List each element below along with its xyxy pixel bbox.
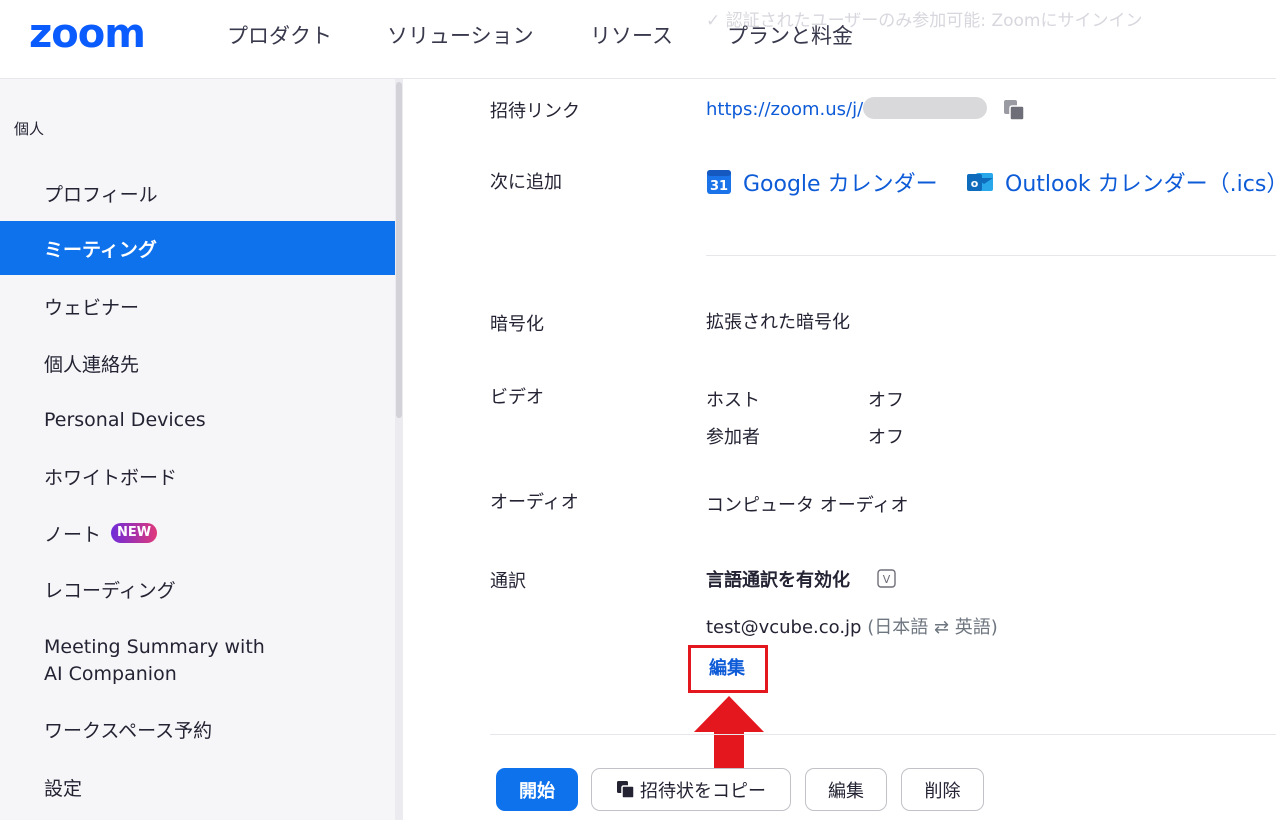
copy-invitation-button[interactable]: 招待状をコピー xyxy=(591,768,791,811)
sidebar-item-meetings[interactable]: ミーティング xyxy=(0,221,395,275)
interpretation-icon: V xyxy=(877,569,896,588)
start-button[interactable]: 開始 xyxy=(496,768,578,811)
sidebar-item-label: ウェビナー xyxy=(44,296,140,319)
sidebar-item-whiteboards[interactable]: ホワイトボード xyxy=(0,453,395,499)
google-calendar-link[interactable]: 31 Google カレンダー xyxy=(706,166,938,198)
sidebar-item-recordings[interactable]: レコーディング xyxy=(0,566,395,612)
sidebar-item-label: Meeting Summary with AI Companion xyxy=(44,636,265,685)
delete-button[interactable]: 削除 xyxy=(901,768,984,811)
interpreter-row: test@vcube.co.jp (日本語 ⇄ 英語) xyxy=(706,613,998,639)
sidebar-item-label: 設定 xyxy=(44,777,83,800)
nav-plans-pricing[interactable]: プランと料金 xyxy=(727,22,853,50)
sidebar-item-meeting-summary[interactable]: Meeting Summary with AI Companion xyxy=(0,632,395,690)
interpretation-icon-text: V xyxy=(883,573,891,586)
sidebar-item-settings[interactable]: 設定 xyxy=(0,764,395,810)
sidebar-item-label: レコーディング xyxy=(44,579,176,602)
sidebar-item-webinars[interactable]: ウェビナー xyxy=(0,283,395,329)
sidebar-item-label: Personal Devices xyxy=(44,409,206,431)
google-calendar-label: Google カレンダー xyxy=(743,172,938,197)
copy-invitation-label: 招待状をコピー xyxy=(640,780,766,802)
interpretation-edit-link[interactable]: 編集 xyxy=(709,654,745,680)
sidebar-item-notes[interactable]: ノート NEW xyxy=(0,510,395,556)
sidebar-item-label: プロフィール xyxy=(44,183,158,206)
sidebar-section-title: 個人 xyxy=(14,120,45,138)
encryption-value: 拡張された暗号化 xyxy=(706,312,850,333)
interpreter-languages: (日本語 ⇄ 英語) xyxy=(867,617,998,638)
video-host-label: ホスト xyxy=(706,390,760,411)
video-participant-label: 参加者 xyxy=(706,427,760,448)
nav-resources[interactable]: リソース xyxy=(590,22,673,50)
google-calendar-icon: 31 xyxy=(707,170,731,194)
video-label: ビデオ xyxy=(490,387,544,408)
google-calendar-icon-text: 31 xyxy=(710,179,728,194)
nav-products[interactable]: プロダクト xyxy=(227,22,332,50)
video-participant-value: オフ xyxy=(868,427,904,448)
outlook-calendar-link[interactable]: o Outlook カレンダー（.ics） xyxy=(966,166,1276,198)
sidebar-item-label: ミーティング xyxy=(44,238,157,261)
sidebar-item-label: ホワイトボード xyxy=(44,466,178,489)
interpreter-email: test@vcube.co.jp xyxy=(706,617,862,638)
copy-icon[interactable] xyxy=(1002,98,1026,122)
sidebar-item-label: 個人連絡先 xyxy=(44,353,140,376)
invite-link-label: 招待リンク xyxy=(490,101,580,122)
outlook-icon-text: o xyxy=(971,177,979,190)
zoom-logo[interactable]: zoom xyxy=(29,14,146,54)
invite-link-text: https://zoom.us/j/ xyxy=(706,99,864,120)
top-navigation: ✓ 認証されたユーザーのみ参加可能: Zoomにサインイン zoom プロダクト… xyxy=(0,0,1276,79)
new-badge: NEW xyxy=(111,523,158,543)
nav-solutions[interactable]: ソリューション xyxy=(387,22,534,50)
interpretation-label: 通訳 xyxy=(490,571,526,592)
video-host-value: オフ xyxy=(868,390,904,411)
sidebar-item-workspace-reservation[interactable]: ワークスペース予約 xyxy=(0,706,395,752)
redacted-meeting-id xyxy=(863,97,988,119)
encryption-label: 暗号化 xyxy=(490,314,544,335)
sidebar-scrollbar-thumb[interactable] xyxy=(396,82,402,418)
audio-value: コンピュータ オーディオ xyxy=(706,495,909,516)
section-divider xyxy=(706,255,1276,256)
add-to-label: 次に追加 xyxy=(490,172,562,193)
sidebar-item-label: ノート xyxy=(44,523,102,546)
audio-label: オーディオ xyxy=(490,492,579,513)
invite-link[interactable]: https://zoom.us/j/ xyxy=(706,97,988,120)
copy-icon xyxy=(617,780,635,799)
sidebar-item-personal-contacts[interactable]: 個人連絡先 xyxy=(0,340,395,386)
sidebar-item-label: ワークスペース予約 xyxy=(44,719,213,742)
footer-divider xyxy=(490,734,1276,735)
edit-button[interactable]: 編集 xyxy=(805,768,887,811)
sidebar-item-profile[interactable]: プロフィール xyxy=(0,170,395,216)
sidebar-item-personal-devices[interactable]: Personal Devices xyxy=(0,397,395,443)
outlook-calendar-label: Outlook カレンダー（.ics） xyxy=(1005,172,1276,197)
outlook-icon: o xyxy=(967,173,993,191)
interpretation-title: 言語通訳を有効化 xyxy=(706,570,850,591)
